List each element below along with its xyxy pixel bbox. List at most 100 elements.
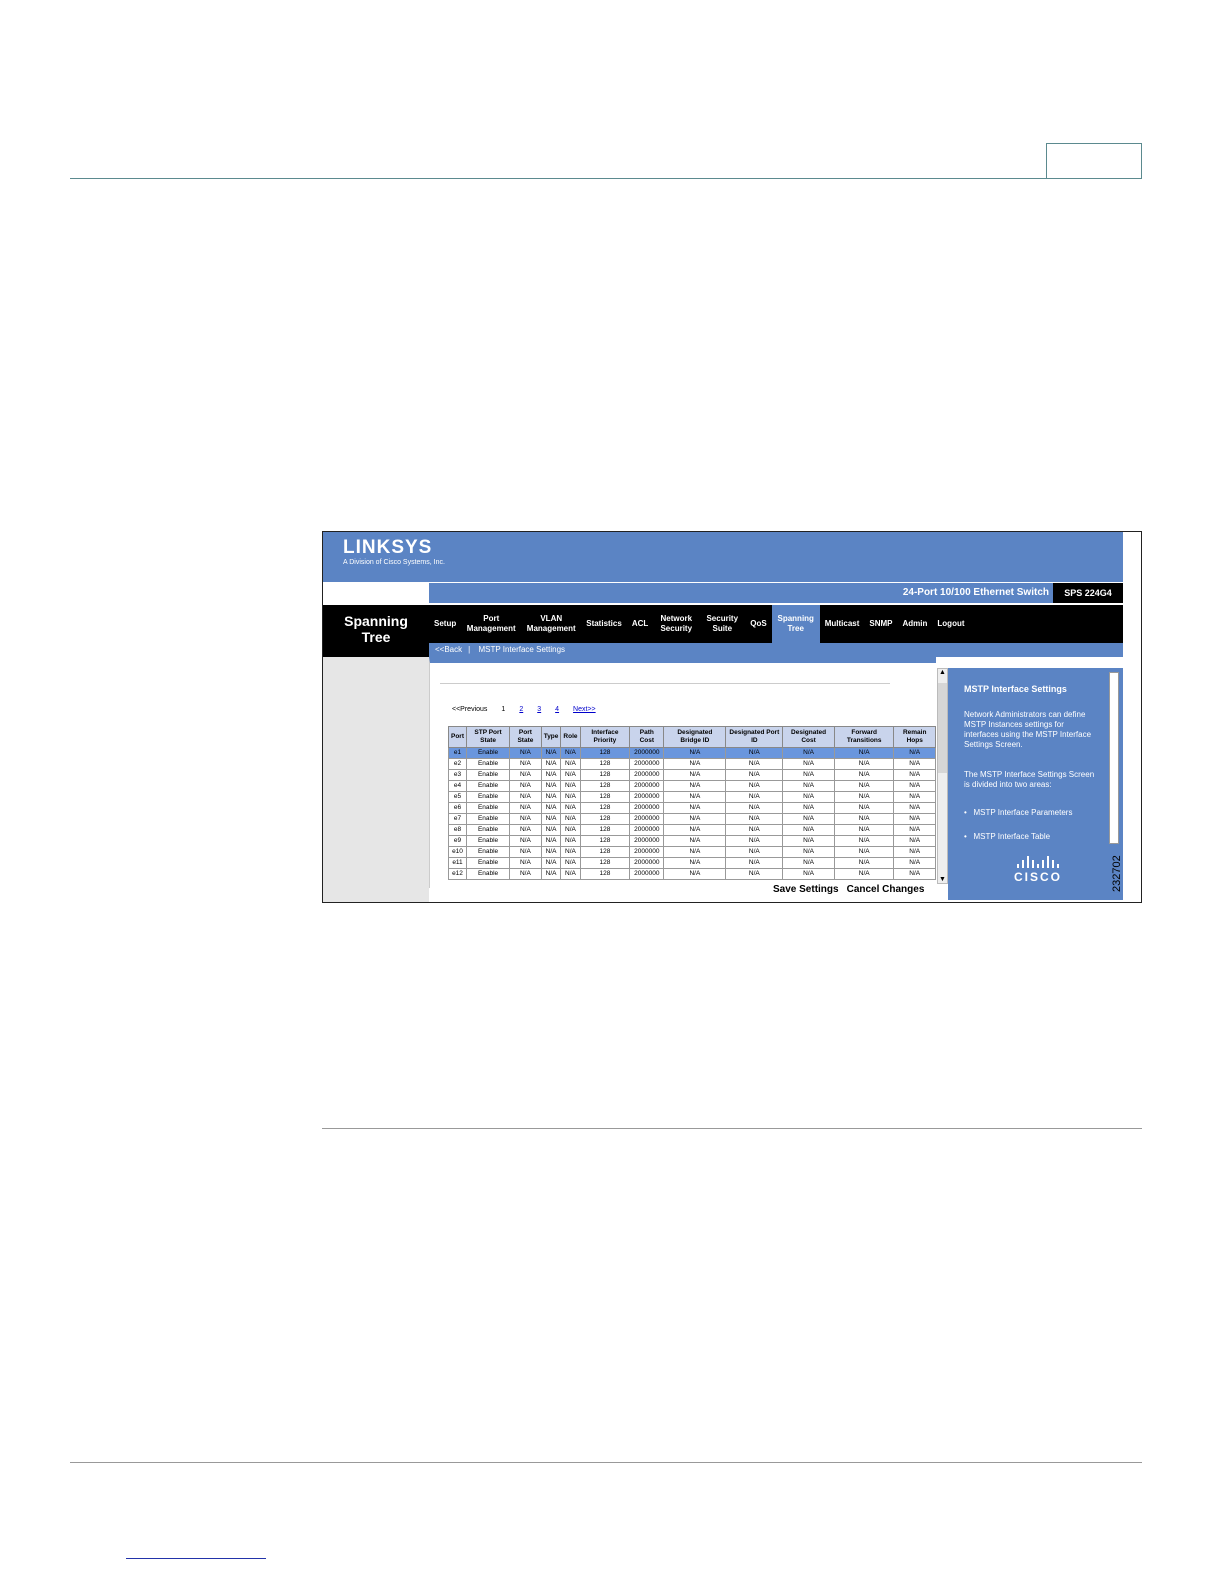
table-cell: N/A xyxy=(833,857,895,869)
pager-page-3[interactable]: 3 xyxy=(537,706,541,713)
section-rule xyxy=(322,1128,1142,1129)
table-row[interactable]: e2 Enable N/A N/A N/A 128 2000000 N/A N/A N/A N/A N… xyxy=(448,758,936,770)
chapter-tab-box xyxy=(1046,143,1142,179)
section-title-line2: Tree xyxy=(361,629,391,645)
table-cell: N/A xyxy=(725,813,784,825)
pager-page-4[interactable]: 4 xyxy=(555,706,559,713)
table-row[interactable]: e7 Enable N/A N/A N/A 128 2000000 N/A N/A N/A N/A N… xyxy=(448,813,936,825)
table-row[interactable]: e4 Enable N/A N/A N/A 128 2000000 N/A N/A N/A N/A N… xyxy=(448,780,936,792)
table-row[interactable]: e12 Enable N/A N/A N/A 128 2000000 N/A N/A N/A N/A… xyxy=(448,868,936,880)
table-cell: Enable xyxy=(465,824,511,836)
table-cell: N/A xyxy=(893,835,936,847)
help-title: MSTP Interface Settings xyxy=(964,684,1067,694)
table-row[interactable]: e3 Enable N/A N/A N/A 128 2000000 N/A N/A N/A N/A N… xyxy=(448,769,936,781)
table-cell: 2000000 xyxy=(629,846,665,858)
nav-snmp[interactable]: SNMP xyxy=(864,619,897,629)
table-cell: 2000000 xyxy=(629,747,665,759)
help-panel: MSTP Interface Settings Network Administ… xyxy=(948,668,1123,900)
table-cell: N/A xyxy=(540,802,562,814)
linksys-logo: LINKSYS xyxy=(343,537,433,558)
table-row[interactable]: e10 Enable N/A N/A N/A 128 2000000 N/A N/A N/A N/A… xyxy=(448,846,936,858)
nav-network-security[interactable]: Network Security xyxy=(653,614,699,634)
brand-tagline: A Division of Cisco Systems, Inc. xyxy=(343,559,445,566)
table-cell: N/A xyxy=(782,824,835,836)
nav-multicast[interactable]: Multicast xyxy=(820,619,865,629)
table-row[interactable]: e5 Enable N/A N/A N/A 128 2000000 N/A N/A N/A N/A N… xyxy=(448,791,936,803)
table-cell: N/A xyxy=(509,868,542,880)
back-link[interactable]: <<Back xyxy=(429,645,468,654)
table-cell: Enable xyxy=(465,813,511,825)
content-panel: <<Previous 1 2 3 4 Next>> Port STP Port S… xyxy=(429,657,936,888)
table-row[interactable]: e11 Enable N/A N/A N/A 128 2000000 N/A N/A N/A N/A… xyxy=(448,857,936,869)
table-cell: 128 xyxy=(579,813,631,825)
column-header: Path Cost xyxy=(629,726,665,748)
nav-qos[interactable]: QoS xyxy=(745,619,771,629)
column-header: STP Port State xyxy=(465,726,511,748)
nav-statistics[interactable]: Statistics xyxy=(581,619,627,629)
pager-previous: <<Previous xyxy=(452,706,488,713)
table-cell: N/A xyxy=(782,868,835,880)
table-cell: 2000000 xyxy=(629,824,665,836)
column-header: Designated Bridge ID xyxy=(663,726,727,748)
table-cell: N/A xyxy=(782,780,835,792)
help-paragraph-2: The MSTP Interface Settings Screen is di… xyxy=(964,770,1095,789)
table-cell: N/A xyxy=(663,791,727,803)
nav-setup[interactable]: Setup xyxy=(429,619,461,629)
table-cell: e7 xyxy=(448,813,467,825)
table-cell: N/A xyxy=(782,747,835,759)
table-cell: N/A xyxy=(540,846,562,858)
cisco-logo: CISCO xyxy=(1010,856,1066,886)
table-cell: N/A xyxy=(833,813,895,825)
table-cell: N/A xyxy=(833,835,895,847)
table-row[interactable]: e8 Enable N/A N/A N/A 128 2000000 N/A N/A N/A N/A N… xyxy=(448,824,936,836)
table-cell: N/A xyxy=(663,868,727,880)
table-cell: 128 xyxy=(579,758,631,770)
table-row[interactable]: e1 Enable N/A N/A N/A 128 2000000 N/A N/A N/A N/A N… xyxy=(448,747,936,759)
table-cell: N/A xyxy=(893,857,936,869)
cancel-changes-button[interactable]: Cancel Changes xyxy=(847,884,925,895)
table-cell: 2000000 xyxy=(629,835,665,847)
table-cell: N/A xyxy=(833,868,895,880)
table-row[interactable]: e6 Enable N/A N/A N/A 128 2000000 N/A N/A N/A N/A N… xyxy=(448,802,936,814)
table-cell: N/A xyxy=(560,780,581,792)
scroll-thumb[interactable] xyxy=(938,683,947,773)
nav-spanning-tree[interactable]: Spanning Tree xyxy=(771,605,820,643)
pager-page-2[interactable]: 2 xyxy=(519,706,523,713)
table-cell: Enable xyxy=(465,802,511,814)
table-cell: N/A xyxy=(540,857,562,869)
table-cell: N/A xyxy=(560,835,581,847)
table-cell: e11 xyxy=(448,857,467,869)
table-cell: 128 xyxy=(579,846,631,858)
nav-logout[interactable]: Logout xyxy=(932,619,969,629)
table-cell: e2 xyxy=(448,758,467,770)
table-cell: e8 xyxy=(448,824,467,836)
nav-security-suite[interactable]: Security Suite xyxy=(699,614,745,634)
pager: <<Previous 1 2 3 4 Next>> xyxy=(452,706,596,713)
nav-acl[interactable]: ACL xyxy=(627,619,653,629)
table-cell: N/A xyxy=(893,769,936,781)
help-scrollbar[interactable] xyxy=(1109,672,1119,844)
table-cell: N/A xyxy=(782,846,835,858)
save-settings-button[interactable]: Save Settings xyxy=(773,884,839,895)
table-cell: N/A xyxy=(663,835,727,847)
nav-port-management[interactable]: Port Management xyxy=(461,614,521,634)
table-cell: N/A xyxy=(540,813,562,825)
nav-admin[interactable]: Admin xyxy=(898,619,933,629)
column-header: Port xyxy=(448,726,467,748)
pager-next[interactable]: Next>> xyxy=(573,706,596,713)
table-cell: e6 xyxy=(448,802,467,814)
scroll-up-icon[interactable]: ▲ xyxy=(939,669,946,676)
page-footer-rule xyxy=(70,1462,1142,1463)
table-cell: N/A xyxy=(540,747,562,759)
table-row[interactable]: e9 Enable N/A N/A N/A 128 2000000 N/A N/A N/A N/A N… xyxy=(448,835,936,847)
table-cell: N/A xyxy=(560,802,581,814)
nav-vlan-management[interactable]: VLAN Management xyxy=(521,614,581,634)
help-bullet-1: • MSTP Interface Parameters xyxy=(964,808,1073,817)
content-scrollbar[interactable]: ▲ ▼ xyxy=(937,668,948,884)
scroll-down-icon[interactable]: ▼ xyxy=(939,876,946,883)
table-cell: N/A xyxy=(663,857,727,869)
divider xyxy=(440,683,890,684)
section-title: Spanning Tree xyxy=(323,605,429,657)
table-cell: N/A xyxy=(663,780,727,792)
table-cell: e12 xyxy=(448,868,467,880)
